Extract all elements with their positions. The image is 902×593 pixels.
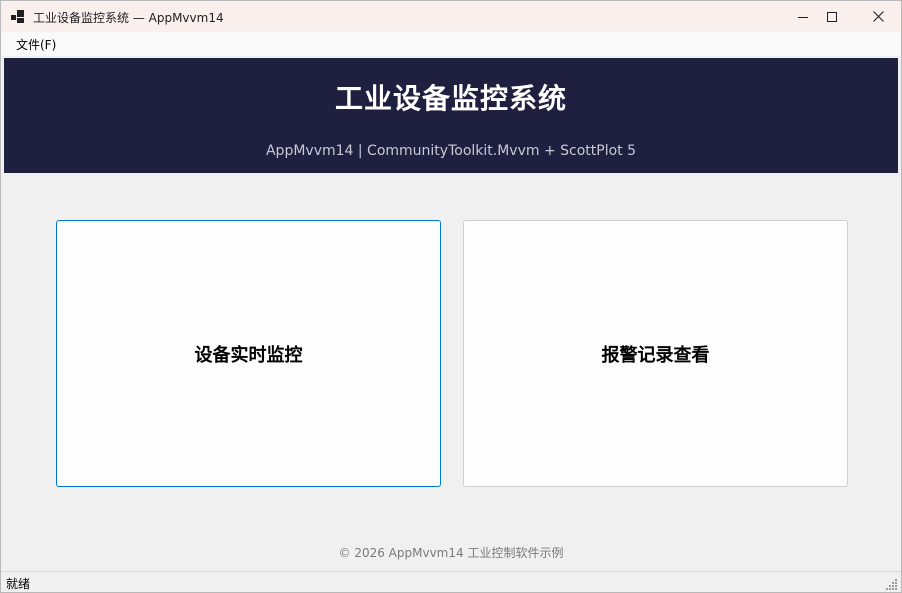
menu-file[interactable]: 文件(F) <box>9 34 63 55</box>
close-button[interactable] <box>855 1 901 32</box>
device-monitor-card[interactable]: 设备实时监控 <box>56 220 441 487</box>
header-banner: 工业设备监控系统 AppMvvm14 | CommunityToolkit.Mv… <box>4 58 898 173</box>
app-window-icon <box>11 10 24 23</box>
header-subtitle: AppMvvm14 | CommunityToolkit.Mvvm + Scot… <box>265 143 636 159</box>
app-window: 工业设备监控系统 — AppMvvm14 文件(F) 工业设备监控系统 AppM… <box>0 0 902 593</box>
window-title: 工业设备监控系统 — AppMvvm14 <box>33 11 224 25</box>
header-title: 工业设备监控系统 <box>334 82 567 115</box>
alarm-records-card[interactable]: 报警记录查看 <box>463 220 848 487</box>
resize-grip-icon[interactable] <box>886 578 898 590</box>
maximize-button-area[interactable] <box>809 1 855 32</box>
minimize-icon <box>798 16 808 18</box>
device-monitor-label: 设备实时监控 <box>194 344 303 366</box>
alarm-records-label: 报警记录查看 <box>601 344 710 366</box>
maximize-icon <box>827 11 837 22</box>
title-bar[interactable]: 工业设备监控系统 — AppMvvm14 <box>1 1 901 32</box>
footer-copyright: © 2026 AppMvvm14 工业控制软件示例 <box>338 546 564 560</box>
status-bar: 就绪 <box>1 571 901 592</box>
menu-bar: 文件(F) <box>1 32 901 56</box>
status-text: 就绪 <box>6 577 31 591</box>
close-icon <box>872 11 884 22</box>
